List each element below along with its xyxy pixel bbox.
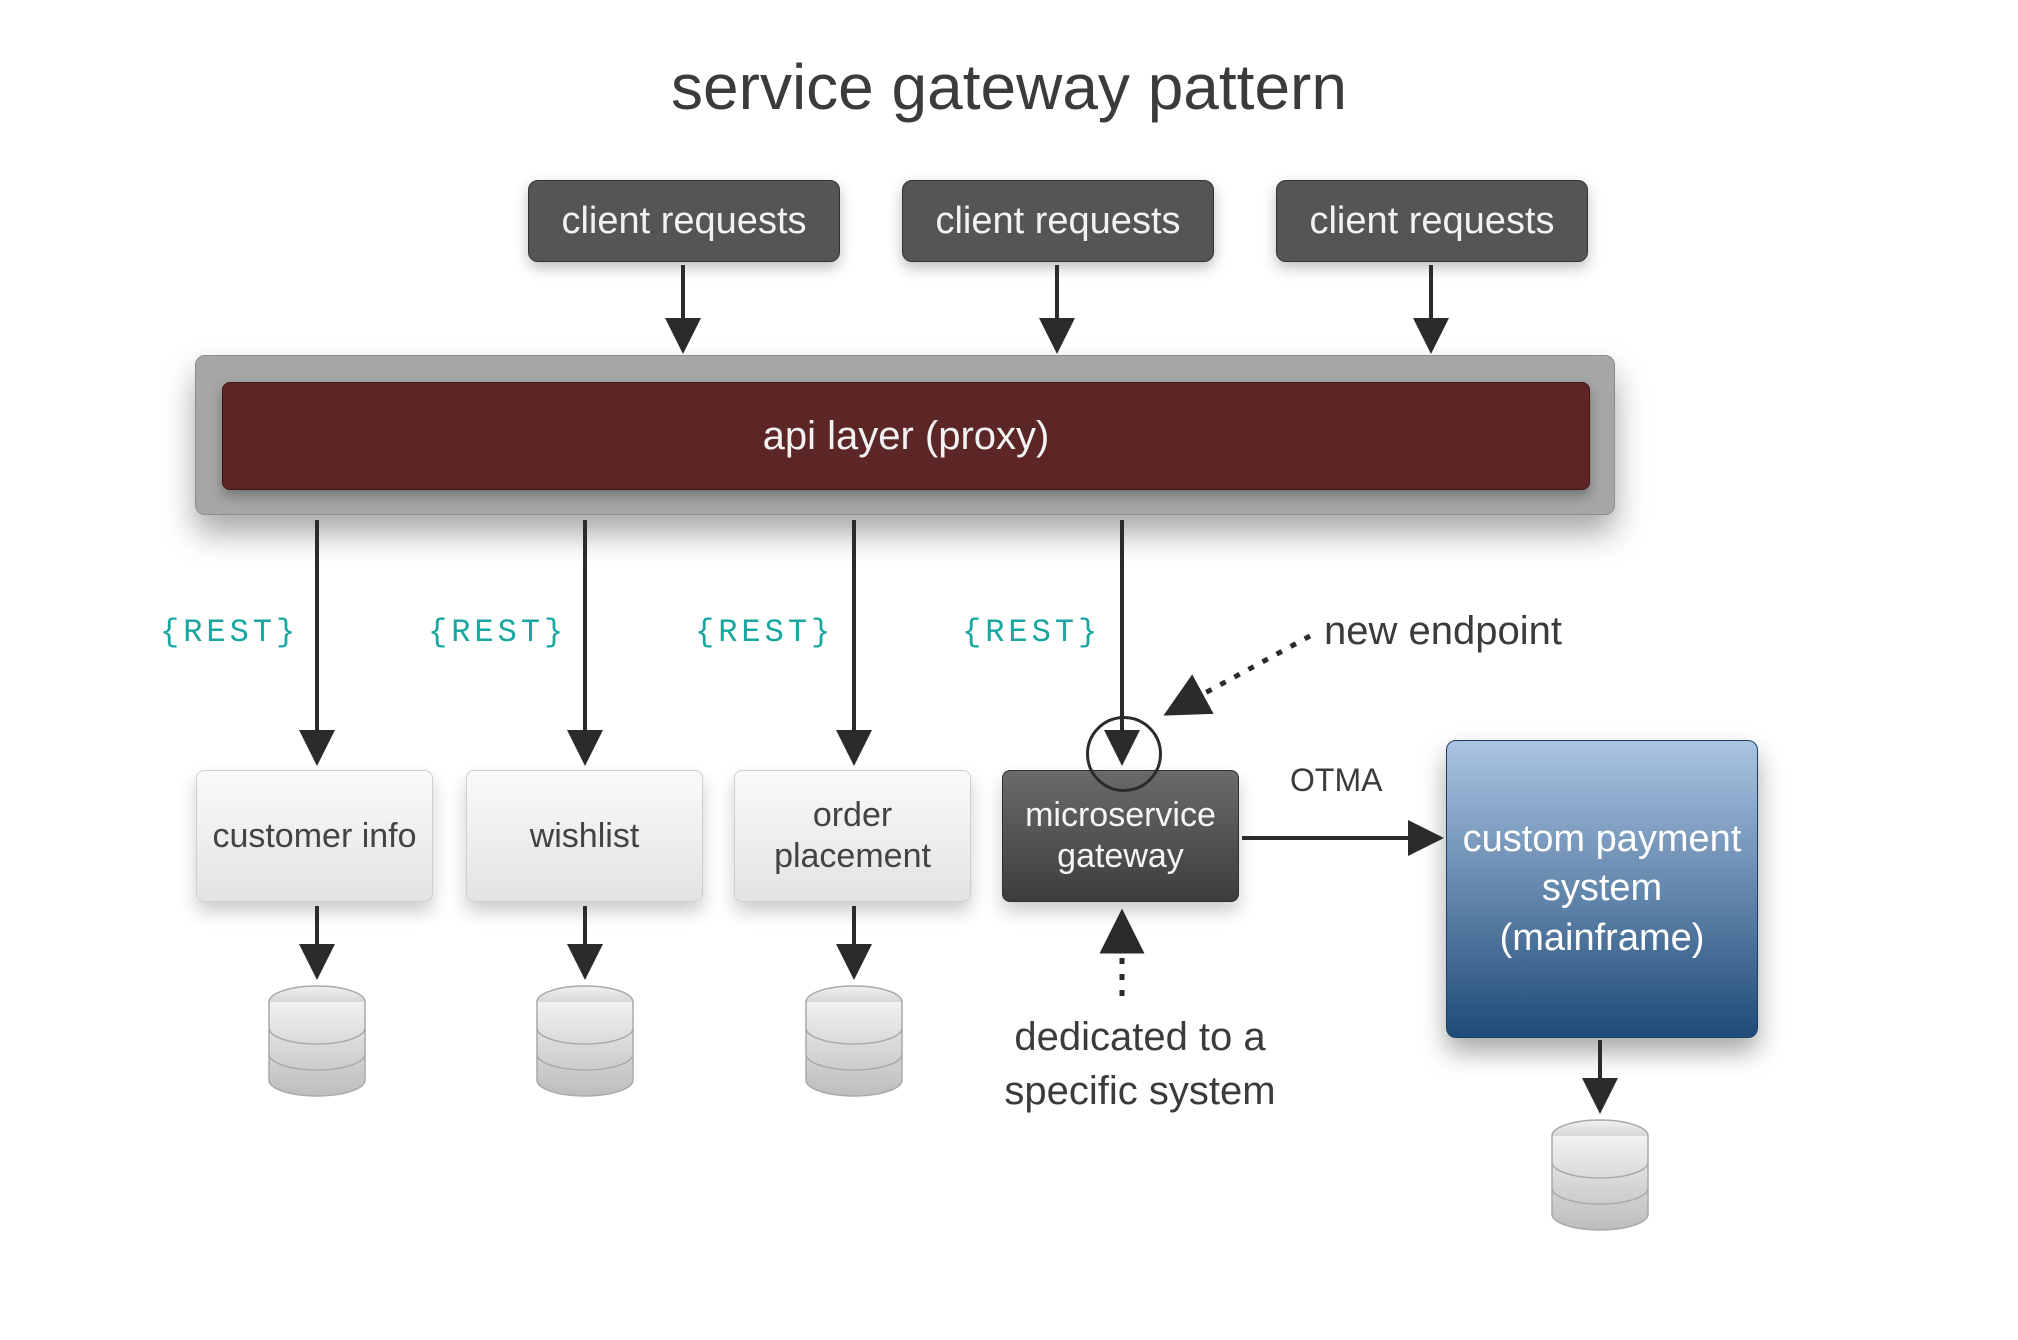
client-requests-box: client requests bbox=[1276, 180, 1588, 262]
database-icon bbox=[537, 986, 633, 1096]
diagram-title: service gateway pattern bbox=[0, 50, 2018, 124]
database-icon bbox=[1552, 1120, 1648, 1230]
service-wishlist: wishlist bbox=[466, 770, 703, 902]
api-layer-frame: api layer (proxy) bbox=[195, 355, 1615, 515]
arrow-icon bbox=[683, 265, 1431, 348]
dotted-connector bbox=[1170, 636, 1310, 712]
rest-label: {REST} bbox=[695, 614, 834, 651]
service-customer-info: customer info bbox=[196, 770, 433, 902]
client-requests-box: client requests bbox=[902, 180, 1214, 262]
rest-label: {REST} bbox=[428, 614, 567, 651]
api-layer-proxy: api layer (proxy) bbox=[222, 382, 1590, 490]
client-requests-box: client requests bbox=[528, 180, 840, 262]
service-order-placement: order placement bbox=[734, 770, 971, 902]
database-icon bbox=[269, 986, 365, 1096]
otma-label: OTMA bbox=[1290, 762, 1382, 799]
rest-label: {REST} bbox=[160, 614, 299, 651]
new-endpoint-circle-icon bbox=[1086, 716, 1162, 792]
rest-label: {REST} bbox=[962, 614, 1101, 651]
custom-payment-mainframe: custom payment system (mainframe) bbox=[1446, 740, 1758, 1038]
annotation-dedicated: dedicated to a specific system bbox=[960, 1010, 1320, 1118]
annotation-new-endpoint: new endpoint bbox=[1324, 604, 1562, 658]
database-icon bbox=[806, 986, 902, 1096]
arrow-icon bbox=[317, 906, 854, 974]
